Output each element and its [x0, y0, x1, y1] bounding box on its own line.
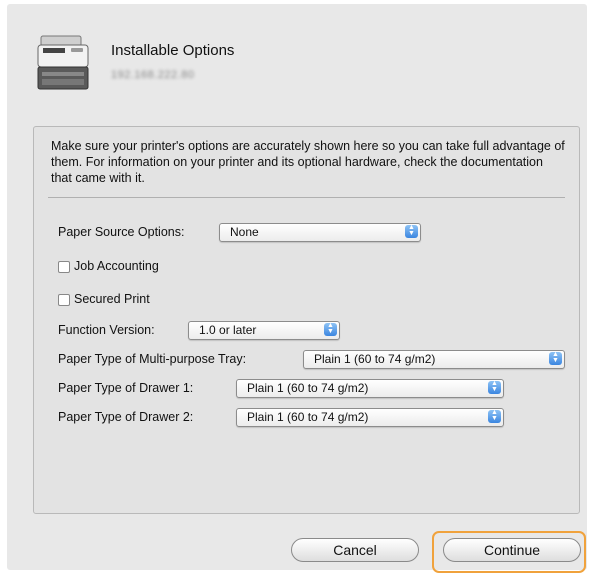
drawer1-label: Paper Type of Drawer 1:: [58, 381, 194, 395]
secured-print-row: Secured Print: [58, 291, 258, 311]
popup-arrows-icon: ▲ ▼: [549, 351, 562, 365]
drawer2-row: Paper Type of Drawer 2: Plain 1 (60 to 7…: [58, 408, 508, 428]
mp-tray-label: Paper Type of Multi-purpose Tray:: [58, 352, 247, 366]
function-version-row: Function Version: 1.0 or later ▲ ▼: [58, 321, 358, 341]
mp-tray-popup[interactable]: Plain 1 (60 to 74 g/m2) ▲ ▼: [303, 350, 565, 369]
mp-tray-value: Plain 1 (60 to 74 g/m2): [314, 352, 436, 366]
drawer2-popup[interactable]: Plain 1 (60 to 74 g/m2) ▲ ▼: [236, 408, 504, 427]
paper-source-row: Paper Source Options: None ▲ ▼: [58, 223, 438, 243]
popup-arrows-icon: ▲ ▼: [324, 322, 337, 336]
options-panel: Make sure your printer's options are acc…: [33, 126, 580, 514]
printer-address: 192.168.222.80: [111, 69, 195, 81]
cancel-button[interactable]: Cancel: [291, 538, 419, 562]
job-accounting-label[interactable]: Job Accounting: [74, 259, 159, 273]
drawer1-popup[interactable]: Plain 1 (60 to 74 g/m2) ▲ ▼: [236, 379, 504, 398]
paper-source-value: None: [230, 225, 259, 239]
dialog-title: Installable Options: [111, 42, 235, 59]
printer-icon: [37, 35, 89, 90]
popup-arrows-icon: ▲ ▼: [405, 224, 418, 238]
function-version-value: 1.0 or later: [199, 323, 257, 337]
paper-source-popup[interactable]: None ▲ ▼: [219, 223, 421, 242]
function-version-label: Function Version:: [58, 323, 155, 337]
secured-print-checkbox[interactable]: [58, 294, 70, 306]
dialog-sheet: Installable Options 192.168.222.80 Make …: [7, 4, 587, 570]
job-accounting-checkbox[interactable]: [58, 261, 70, 273]
popup-arrows-icon: ▲ ▼: [488, 380, 501, 394]
description-text: Make sure your printer's options are acc…: [51, 139, 565, 185]
drawer1-value: Plain 1 (60 to 74 g/m2): [247, 381, 369, 395]
drawer2-value: Plain 1 (60 to 74 g/m2): [247, 410, 369, 424]
dialog-header: Installable Options 192.168.222.80: [35, 32, 575, 102]
separator: [48, 197, 565, 198]
drawer2-label: Paper Type of Drawer 2:: [58, 410, 194, 424]
secured-print-label[interactable]: Secured Print: [74, 292, 150, 306]
job-accounting-row: Job Accounting: [58, 258, 258, 278]
function-version-popup[interactable]: 1.0 or later ▲ ▼: [188, 321, 340, 340]
mp-tray-row: Paper Type of Multi-purpose Tray: Plain …: [58, 350, 568, 370]
continue-focus-ring: [432, 531, 586, 573]
popup-arrows-icon: ▲ ▼: [488, 409, 501, 423]
paper-source-label: Paper Source Options:: [58, 225, 185, 239]
drawer1-row: Paper Type of Drawer 1: Plain 1 (60 to 7…: [58, 379, 508, 399]
